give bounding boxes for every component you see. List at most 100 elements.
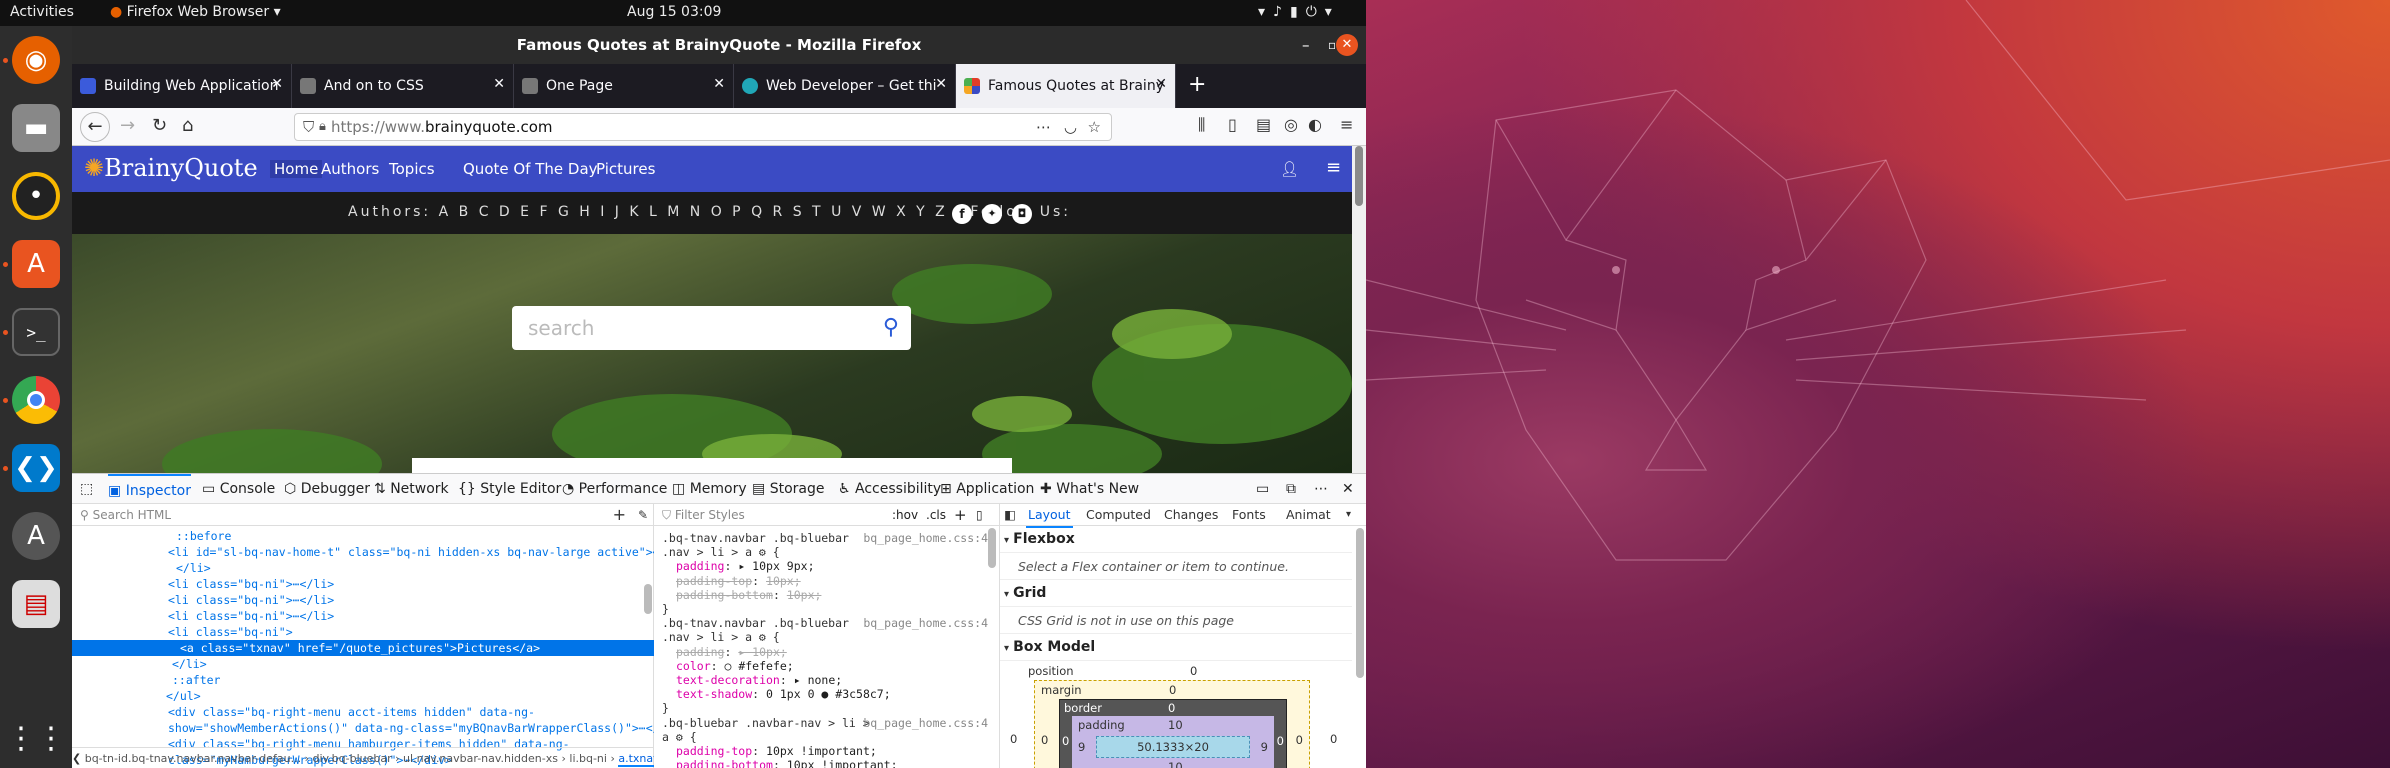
rhythmbox-icon[interactable]: •	[12, 172, 60, 220]
nav-topics[interactable]: Topics	[389, 160, 435, 178]
css-value[interactable]: ▸ none;	[794, 673, 842, 687]
system-tray[interactable]: ▾♪▮⏻▾	[1258, 4, 1340, 20]
markup-node[interactable]: </li>	[72, 656, 654, 672]
software-center-icon[interactable]: A	[12, 240, 60, 288]
margin-top-value[interactable]: 0	[1169, 683, 1176, 697]
devtools-menu-icon[interactable]: ⋯	[1314, 474, 1328, 504]
css-property[interactable]: color	[676, 659, 711, 673]
css-property[interactable]: padding-bottom	[676, 588, 773, 602]
maximize-icon[interactable]: ▫	[1328, 26, 1336, 64]
tab-fonts[interactable]: Fonts	[1232, 504, 1266, 526]
css-property[interactable]: padding	[676, 645, 724, 659]
css-property[interactable]: padding	[676, 559, 724, 573]
facebook-icon[interactable]: f	[952, 204, 972, 224]
position-right-value[interactable]: 0	[1330, 732, 1337, 746]
tab-active[interactable]: Famous Quotes at Brainy ✕	[956, 64, 1176, 108]
site-logo[interactable]: ✺BrainyQuote	[84, 154, 258, 182]
breadcrumb-item[interactable]: ul.nav.navbar-nav.hidden-xs	[403, 752, 558, 765]
padding-left-value[interactable]: 9	[1078, 740, 1085, 754]
chrome-icon[interactable]	[12, 376, 60, 424]
margin-right-value[interactable]: 0	[1296, 733, 1303, 747]
position-value[interactable]: 0	[1190, 664, 1197, 678]
flexbox-header[interactable]: ▾ Flexbox	[1000, 526, 1352, 553]
css-value[interactable]: ○ #fefefe;	[724, 659, 793, 673]
user-icon[interactable]: 👤︎	[1280, 160, 1299, 178]
tab-application[interactable]: ⊞ Application	[940, 474, 1034, 504]
back-icon[interactable]: ←	[80, 112, 110, 142]
new-tab-icon[interactable]: +	[1188, 72, 1206, 97]
minimize-icon[interactable]: –	[1302, 26, 1310, 64]
markup-scrollbar[interactable]	[644, 584, 652, 614]
close-window-icon[interactable]: ✕	[1336, 34, 1358, 56]
css-property[interactable]: text-shadow	[676, 687, 752, 701]
css-property[interactable]: text-decoration	[676, 673, 780, 687]
tab-console[interactable]: ▭ Console	[202, 474, 275, 504]
tab-performance[interactable]: ◔ Performance	[562, 474, 667, 504]
tracking-protection-icon[interactable]: ⛉	[303, 114, 314, 140]
margin-left-value[interactable]: 0	[1041, 733, 1048, 747]
print-simulation-icon[interactable]: ▯	[976, 504, 983, 526]
markup-node[interactable]: ::before	[72, 528, 654, 544]
markup-node[interactable]: ::after	[72, 672, 654, 688]
instagram-icon[interactable]: ◘	[1012, 204, 1032, 224]
eyedropper-icon[interactable]: ✎	[638, 504, 648, 526]
home-icon[interactable]: ⌂	[182, 115, 193, 136]
close-tab-icon[interactable]: ✕	[493, 76, 505, 92]
site-search-input[interactable]: search ⚲	[512, 306, 911, 350]
content-size[interactable]: 50.1333×20	[1137, 740, 1209, 754]
library-icon[interactable]: ⫼	[1198, 115, 1205, 135]
hamburger-menu-icon[interactable]: ≡	[1340, 115, 1353, 134]
nav-authors[interactable]: Authors	[321, 160, 379, 178]
cls-toggle[interactable]: .cls	[926, 504, 946, 526]
twitter-icon[interactable]: ✦	[982, 204, 1002, 224]
author-letters[interactable]: A B C D E F G H I J K L M N O P Q R S T …	[439, 204, 948, 220]
position-left-value[interactable]: 0	[1010, 732, 1017, 746]
css-value[interactable]: 10px;	[766, 574, 801, 588]
tab-debugger[interactable]: ⬡ Debugger	[284, 474, 370, 504]
nav-home[interactable]: Home	[270, 160, 323, 178]
show-applications-icon[interactable]: ⋮⋮	[6, 714, 66, 762]
close-tab-icon[interactable]: ✕	[713, 76, 725, 92]
extension-icon[interactable]: ◐	[1308, 115, 1322, 134]
rules-scrollbar[interactable]	[988, 528, 996, 568]
bookmark-star-icon[interactable]: ☆	[1088, 114, 1101, 140]
padding-bottom-value[interactable]: 10	[1168, 760, 1183, 768]
tab-style-editor[interactable]: {} Style Editor	[458, 474, 561, 504]
vscode-icon[interactable]: ❮❯	[12, 444, 60, 492]
terminal-icon[interactable]: >_	[12, 308, 60, 356]
software-updater-icon[interactable]: A	[12, 512, 60, 560]
tab-accessibility[interactable]: ♿︎ Accessibility	[838, 474, 941, 504]
hov-toggle[interactable]: :hov	[892, 504, 918, 526]
breadcrumb-item-selected[interactable]: a.txnav	[618, 752, 654, 767]
activities-button[interactable]: Activities	[10, 4, 74, 20]
tab[interactable]: And on to CSS ✕	[292, 64, 514, 108]
markup-node[interactable]: <li class="bq-ni">⋯</li>	[72, 608, 654, 624]
page-actions-icon[interactable]: ⋯	[1036, 114, 1051, 140]
breadcrumb-item[interactable]: li.bq-ni	[569, 752, 607, 765]
css-declaration[interactable]: padding-bottom: 10px !important;	[662, 757, 992, 768]
tab[interactable]: Web Developer – Get thi ✕	[734, 64, 956, 108]
dock-side-icon[interactable]: ▭	[1256, 474, 1269, 504]
tab[interactable]: Building Web Application ✕	[72, 64, 292, 108]
css-value[interactable]: 0 1px 0 ● #3c58c7;	[766, 687, 891, 701]
tab-computed[interactable]: Computed	[1086, 504, 1151, 526]
markup-node[interactable]: <div class="bq-right-menu acct-items hid…	[72, 704, 654, 720]
tab-memory[interactable]: ◫ Memory	[672, 474, 747, 504]
document-viewer-icon[interactable]: ▤	[12, 580, 60, 628]
search-html-input[interactable]: ⚲ Search HTML + ✎	[72, 504, 654, 526]
tab[interactable]: One Page ✕	[514, 64, 734, 108]
css-property[interactable]: padding-bottom	[676, 758, 773, 768]
css-value[interactable]: 10px !important;	[787, 758, 898, 768]
search-icon[interactable]: ⚲	[883, 306, 899, 350]
page-scrollbar[interactable]	[1352, 146, 1366, 473]
tab-inspector[interactable]: ▣ Inspector	[108, 474, 191, 504]
element-picker-icon[interactable]: ⬚	[80, 474, 93, 504]
css-property[interactable]: padding-top	[676, 574, 752, 588]
filter-styles-input[interactable]: ⛉ Filter Styles :hov .cls + ▯	[654, 504, 999, 526]
border-left-value[interactable]: 0	[1062, 734, 1069, 748]
markup-node-selected[interactable]: <a class="txnav" href="/quote_pictures">…	[72, 640, 654, 656]
breadcrumb-item[interactable]: bq-tn-id.bq-tnav.navbar.navbar-defau...	[85, 752, 301, 765]
forward-icon[interactable]: →	[120, 115, 135, 136]
scrollbar-thumb[interactable]	[1355, 146, 1363, 206]
reload-icon[interactable]: ↻	[152, 115, 167, 136]
